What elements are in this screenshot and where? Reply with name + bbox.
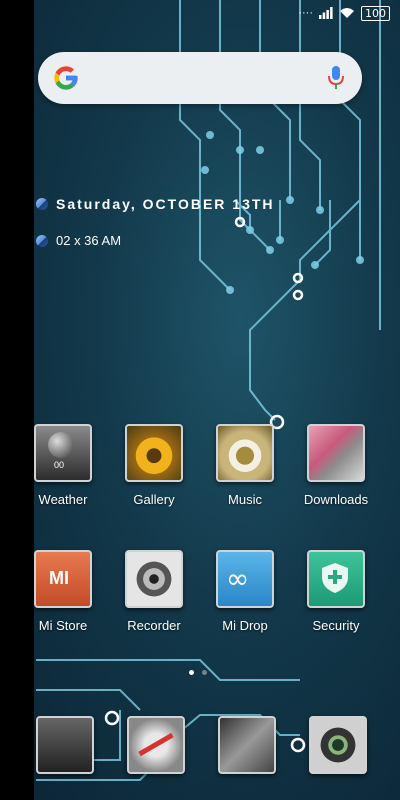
gallery-icon	[125, 424, 183, 482]
app-label: Downloads	[303, 492, 369, 507]
time-bullet-icon	[36, 234, 48, 247]
app-recorder[interactable]: Recorder	[109, 550, 199, 633]
app-label: Security	[312, 618, 360, 633]
app-label: Mi Drop	[222, 618, 268, 633]
home-screen	[0, 0, 400, 800]
date-text: Saturday, OCTOBER 13TH	[56, 196, 275, 212]
page-indicator	[189, 670, 207, 675]
app-label: Weather	[38, 492, 88, 507]
app-gallery[interactable]: Gallery	[109, 424, 199, 507]
signal-dots-icon: ····	[298, 7, 313, 19]
battery-indicator: 100	[361, 5, 390, 21]
music-icon	[216, 424, 274, 482]
microphone-icon[interactable]	[328, 66, 344, 90]
time-text: 02 x 36 AM	[56, 233, 122, 248]
keyboard-icon[interactable]	[218, 716, 276, 774]
google-search-bar[interactable]	[38, 52, 362, 104]
app-mi-store[interactable]: MI Mi Store	[18, 550, 108, 633]
time-widget[interactable]: 02 x 36 AM	[36, 233, 121, 248]
page-dot	[202, 670, 207, 675]
wifi-icon	[340, 8, 354, 18]
app-downloads[interactable]: Downloads	[291, 424, 381, 507]
calculator-icon[interactable]	[36, 716, 94, 774]
status-bar: ···· 100	[298, 4, 390, 22]
recorder-icon	[125, 550, 183, 608]
app-label: Gallery	[133, 492, 175, 507]
page-dot-active	[189, 670, 194, 675]
mi-store-icon: MI	[34, 550, 92, 608]
screen-edge	[0, 0, 34, 800]
app-label: Recorder	[127, 618, 181, 633]
date-bullet-icon	[36, 198, 48, 210]
app-label: Mi Store	[38, 618, 88, 633]
security-icon	[307, 550, 365, 608]
app-mi-drop[interactable]: ∞ Mi Drop	[200, 550, 290, 633]
mi-drop-icon: ∞	[216, 550, 274, 608]
google-g-icon	[54, 66, 78, 90]
camera-icon[interactable]	[309, 716, 367, 774]
signal-icon	[319, 7, 333, 19]
app-weather[interactable]: 00 Weather	[18, 424, 108, 507]
weather-icon: 00	[34, 424, 92, 482]
app-music[interactable]: Music	[200, 424, 290, 507]
compass-icon[interactable]	[127, 716, 185, 774]
date-widget[interactable]: Saturday, OCTOBER 13TH	[36, 196, 275, 212]
app-label: Music	[228, 492, 262, 507]
weather-icon-temp: 00	[54, 460, 65, 470]
downloads-icon	[307, 424, 365, 482]
app-security[interactable]: Security	[291, 550, 381, 633]
circuit-wallpaper	[36, 0, 381, 781]
